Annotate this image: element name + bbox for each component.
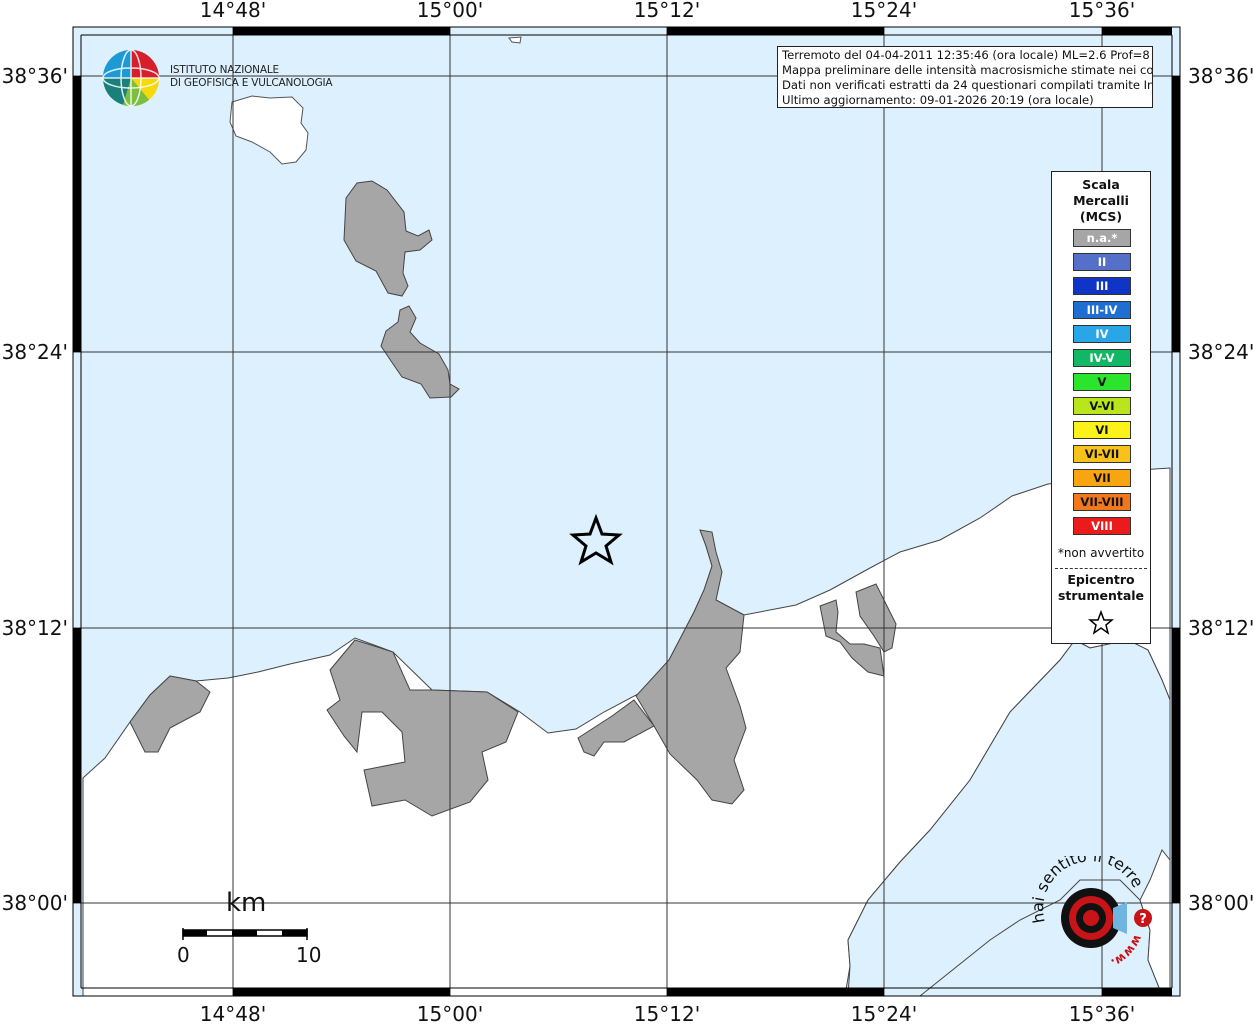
institute-line1: ISTITUTO NAZIONALE [170, 64, 279, 76]
event-info-box: Terremoto del 04-04-2011 12:35:46 (ora l… [777, 46, 1153, 108]
hst-logo-icon: hai sentito il terremoto.it www. ? [1031, 856, 1152, 971]
lat-label-left: 38°36' [2, 64, 68, 88]
event-info-line4: Ultimo aggiornamento: 09-01-2026 20:19 (… [782, 93, 1094, 107]
legend-title-line: Scala [1082, 177, 1120, 192]
legend-swatch: n.a.* [1073, 229, 1131, 247]
lon-label-bottom: 15°24' [851, 1002, 917, 1024]
event-info-line2: Mappa preliminare delle intensità macros… [782, 63, 1153, 77]
legend-swatch: VII [1073, 469, 1131, 487]
lat-label-right: 38°24' [1188, 340, 1254, 364]
legend-swatch: VII-VIII [1073, 493, 1131, 511]
scale-min-label: 0 [177, 943, 190, 967]
legend-swatch: VI-VII [1073, 445, 1131, 463]
lon-label-bottom: 14°48' [200, 1002, 266, 1024]
hst-logo-text-bottom: www. [1109, 933, 1145, 971]
legend-title-line: (MCS) [1079, 209, 1123, 224]
lon-label-top: 15°00' [417, 0, 483, 22]
mcs-legend: Scala Mercalli (MCS) n.a.* II III III-IV IV I… [1051, 171, 1151, 644]
legend-swatch: III-IV [1073, 301, 1131, 319]
event-info-line3: Dati non verificati estratti da 24 quest… [782, 78, 1153, 92]
event-info-line1: Terremoto del 04-04-2011 12:35:46 (ora l… [782, 48, 1153, 62]
lon-label-top: 14°48' [200, 0, 266, 22]
legend-epicenter-line: strumentale [1057, 588, 1145, 603]
legend-divider [1055, 568, 1147, 569]
legend-title: Scala Mercalli (MCS) [1052, 177, 1150, 225]
hst-question-mark: ? [1139, 912, 1147, 927]
scale-unit: km [226, 888, 267, 918]
legend-epicenter-label: Epicentro strumentale [1052, 572, 1150, 604]
institute-name: ISTITUTO NAZIONALE DI GEOFISICA E VULCAN… [170, 64, 333, 90]
legend-swatch: VIII [1073, 517, 1131, 535]
lon-label-bottom: 15°00' [417, 1002, 483, 1024]
lat-label-left: 38°24' [2, 340, 68, 364]
legend-swatch: V-VI [1073, 397, 1131, 415]
institute-line2: DI GEOFISICA E VULCANOLOGIA [170, 77, 333, 89]
lon-label-bottom: 15°12' [634, 1002, 700, 1024]
svg-text:www.: www. [1109, 933, 1145, 971]
star-icon [1088, 610, 1114, 635]
legend-swatch: VI [1073, 421, 1131, 439]
legend-epicenter-line: Epicentro [1067, 572, 1135, 587]
legend-note: *non avvertito [1057, 546, 1145, 560]
scale-max-label: 10 [296, 943, 322, 967]
legend-swatch: III [1073, 277, 1131, 295]
legend-swatch: II [1073, 253, 1131, 271]
lat-label-right: 38°00' [1188, 891, 1254, 915]
scale-bar: km 0 10 [176, 888, 321, 968]
lon-label-top: 15°12' [634, 0, 700, 22]
lat-label-right: 38°12' [1188, 616, 1254, 640]
legend-swatch: IV [1073, 325, 1131, 343]
lon-label-top: 15°36' [1069, 0, 1135, 22]
globe-logo-icon [102, 49, 160, 107]
legend-swatch: V [1073, 373, 1131, 391]
lat-label-left: 38°12' [2, 616, 68, 640]
scale-bar-graphic [182, 928, 308, 940]
lon-label-bottom: 15°36' [1069, 1002, 1135, 1024]
legend-swatch: IV-V [1073, 349, 1131, 367]
lon-label-top: 15°24' [851, 0, 917, 22]
lat-label-right: 38°36' [1188, 64, 1254, 88]
legend-title-line: Mercalli [1073, 193, 1129, 208]
lat-label-left: 38°00' [2, 891, 68, 915]
